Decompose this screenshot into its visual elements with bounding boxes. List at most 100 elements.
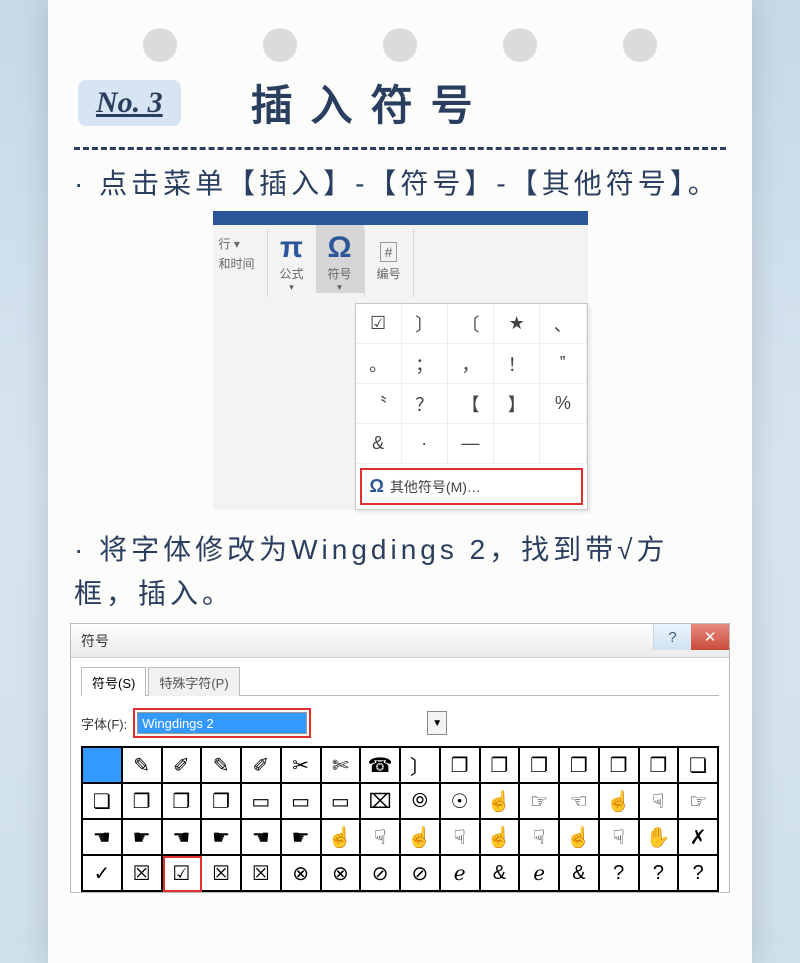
symbol-cell[interactable]: ！ xyxy=(494,344,540,384)
char-cell[interactable]: ✎ xyxy=(123,748,163,784)
char-cell[interactable]: ☟ xyxy=(361,820,401,856)
char-cell[interactable]: ☜ xyxy=(560,784,600,820)
char-cell[interactable]: ☝ xyxy=(600,784,640,820)
ribbon-label: 公式 xyxy=(274,265,310,282)
symbol-cell[interactable]: 、 xyxy=(540,304,586,344)
char-cell[interactable]: ⌧ xyxy=(361,784,401,820)
char-cell[interactable]: & xyxy=(560,856,600,892)
char-cell[interactable]: ☟ xyxy=(600,820,640,856)
char-cell[interactable]: ☞ xyxy=(520,784,560,820)
char-cell[interactable]: ❐ xyxy=(600,748,640,784)
symbol-cell[interactable]: & xyxy=(356,424,402,464)
char-cell[interactable]: ☟ xyxy=(640,784,680,820)
symbol-cell[interactable]: 】 xyxy=(494,384,540,424)
char-cell[interactable]: ☑ xyxy=(163,856,203,892)
char-cell[interactable]: ❏ xyxy=(83,784,123,820)
char-cell[interactable]: ☝ xyxy=(401,820,441,856)
char-cell[interactable]: ❐ xyxy=(481,748,521,784)
char-cell[interactable]: ❐ xyxy=(640,748,680,784)
char-cell[interactable]: ❐ xyxy=(441,748,481,784)
symbol-cell[interactable]: % xyxy=(540,384,586,424)
close-button[interactable]: ✕ xyxy=(691,624,729,650)
char-cell[interactable]: ☝ xyxy=(560,820,600,856)
char-cell[interactable]: ☚ xyxy=(163,820,203,856)
char-cell[interactable]: ⊗ xyxy=(282,856,322,892)
more-symbols-label: 其他符号(M)… xyxy=(390,477,481,497)
char-cell[interactable]: 〕 xyxy=(401,748,441,784)
char-cell[interactable]: ☚ xyxy=(83,820,123,856)
symbol-cell[interactable]: ★ xyxy=(494,304,540,344)
document-page: No. 3 插入符号 · 点击菜单【插入】-【符号】-【其他符号】。 行 ▾ 和… xyxy=(48,0,752,963)
symbol-cell[interactable]: 〔 xyxy=(448,304,494,344)
char-cell[interactable]: ℯ xyxy=(441,856,481,892)
char-cell[interactable]: ✗ xyxy=(679,820,719,856)
symbol-cell[interactable]: ‟ xyxy=(540,344,586,384)
char-cell[interactable]: ☚ xyxy=(242,820,282,856)
char-cell[interactable]: ☟ xyxy=(520,820,560,856)
char-cell[interactable]: ☛ xyxy=(282,820,322,856)
char-cell[interactable]: ❐ xyxy=(163,784,203,820)
screenshot-ribbon: 行 ▾ 和时间 π 公式 Ω 符号 # 编号 ☑〕〔★、。；，！‟ 〝？【】% &· xyxy=(213,211,588,510)
char-cell[interactable]: ❐ xyxy=(202,784,242,820)
symbol-cell[interactable]: ， xyxy=(448,344,494,384)
number-button[interactable]: # 编号 xyxy=(365,225,413,282)
char-cell[interactable]: ☛ xyxy=(202,820,242,856)
char-cell[interactable]: ☛ xyxy=(123,820,163,856)
char-cell[interactable]: ☝ xyxy=(481,820,521,856)
char-cell[interactable]: ⊘ xyxy=(401,856,441,892)
char-cell[interactable]: ☝ xyxy=(481,784,521,820)
char-cell[interactable]: ✋ xyxy=(640,820,680,856)
tab-special[interactable]: 特殊字符(P) xyxy=(148,667,239,696)
symbol-cell[interactable]: — xyxy=(448,424,494,464)
char-cell[interactable]: ❐ xyxy=(560,748,600,784)
symbol-cell[interactable]: ？ xyxy=(402,384,448,424)
char-cell[interactable]: ⊘ xyxy=(361,856,401,892)
tab-symbols[interactable]: 符号(S) xyxy=(81,667,146,696)
char-cell[interactable]: ✎ xyxy=(202,748,242,784)
char-cell[interactable]: ❏ xyxy=(679,748,719,784)
symbol-cell[interactable] xyxy=(540,424,586,464)
char-cell[interactable]: ❐ xyxy=(123,784,163,820)
char-cell[interactable]: ☒ xyxy=(202,856,242,892)
char-cell[interactable]: ☒ xyxy=(123,856,163,892)
char-cell[interactable]: ☒ xyxy=(242,856,282,892)
char-cell[interactable]: ▭ xyxy=(282,784,322,820)
ribbon-label[interactable]: 和时间 xyxy=(219,255,261,274)
char-cell[interactable]: ☟ xyxy=(441,820,481,856)
font-select[interactable]: Wingdings 2 xyxy=(137,712,307,734)
char-cell[interactable]: ▭ xyxy=(322,784,362,820)
char-cell[interactable]: ✓ xyxy=(83,856,123,892)
char-cell[interactable]: ✂ xyxy=(282,748,322,784)
char-cell[interactable]: ▭ xyxy=(242,784,282,820)
symbol-cell[interactable] xyxy=(494,424,540,464)
char-cell[interactable]: ☝ xyxy=(322,820,362,856)
more-symbols-button[interactable]: Ω 其他符号(M)… xyxy=(360,468,583,505)
char-cell[interactable]: ? xyxy=(679,856,719,892)
equation-button[interactable]: π 公式 xyxy=(268,225,316,293)
symbol-cell[interactable]: 。 xyxy=(356,344,402,384)
symbol-cell[interactable]: 〕 xyxy=(402,304,448,344)
char-cell[interactable]: ℯ xyxy=(520,856,560,892)
char-cell[interactable]: ? xyxy=(640,856,680,892)
symbol-cell[interactable]: ☑ xyxy=(356,304,402,344)
symbol-cell[interactable]: 【 xyxy=(448,384,494,424)
char-cell[interactable]: ⊗ xyxy=(322,856,362,892)
font-dropdown-button[interactable]: ▼ xyxy=(427,711,447,735)
char-cell[interactable]: ❐ xyxy=(520,748,560,784)
char-cell[interactable]: ☉ xyxy=(441,784,481,820)
symbol-button[interactable]: Ω 符号 xyxy=(316,225,364,293)
char-cell[interactable]: ✐ xyxy=(242,748,282,784)
char-cell[interactable]: ☎ xyxy=(361,748,401,784)
symbol-cell[interactable]: 〝 xyxy=(356,384,402,424)
char-cell[interactable]: ? xyxy=(600,856,640,892)
ribbon-label[interactable]: 行 ▾ xyxy=(219,235,261,254)
symbol-cell[interactable]: · xyxy=(402,424,448,464)
char-cell[interactable]: ⦾ xyxy=(401,784,441,820)
char-cell[interactable]: ✐ xyxy=(163,748,203,784)
char-cell[interactable]: ✄ xyxy=(322,748,362,784)
char-cell[interactable]: ☞ xyxy=(679,784,719,820)
symbol-cell[interactable]: ； xyxy=(402,344,448,384)
help-button[interactable]: ? xyxy=(653,624,691,650)
char-cell[interactable]: & xyxy=(481,856,521,892)
char-cell[interactable] xyxy=(83,748,123,784)
